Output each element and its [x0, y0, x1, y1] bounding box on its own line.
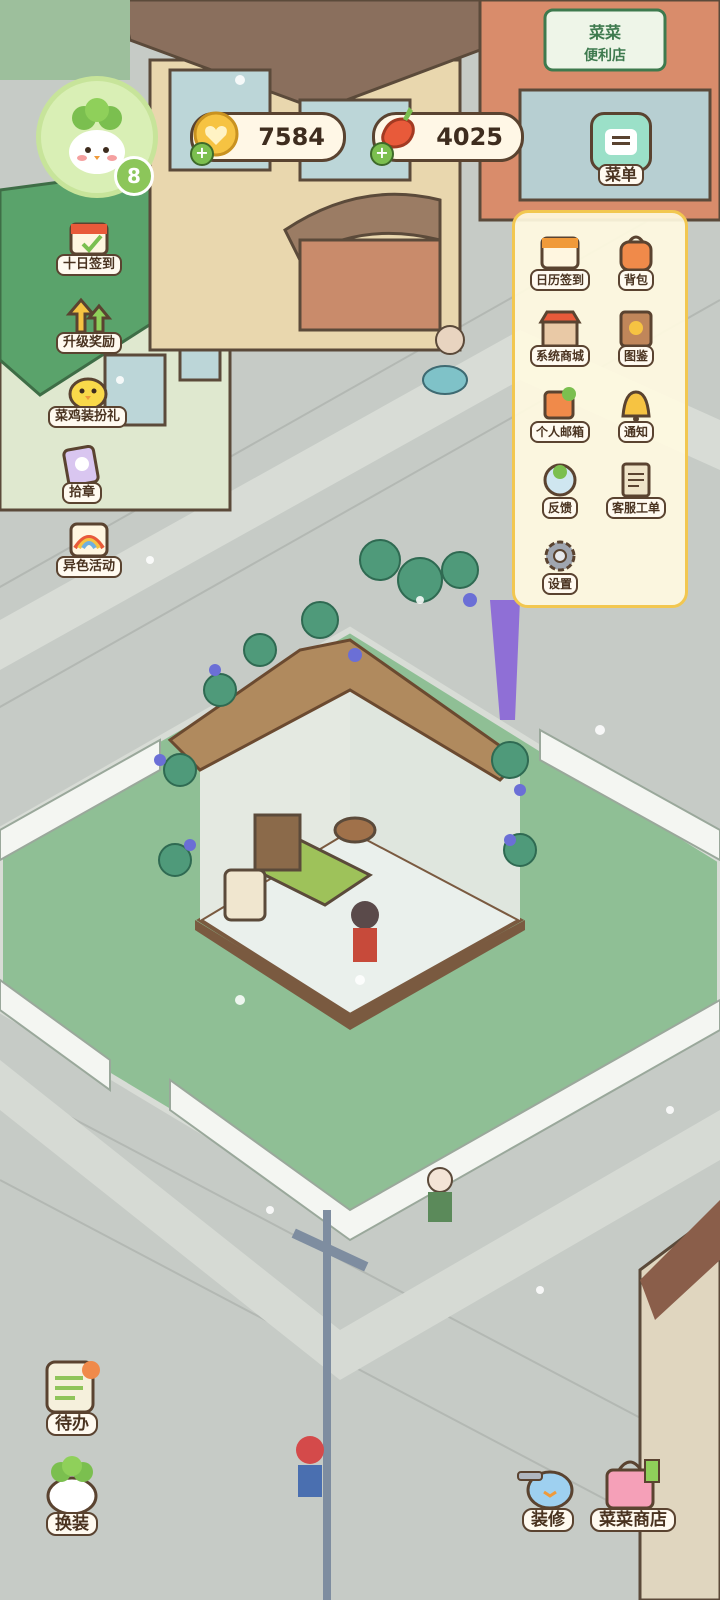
store-bag-icon [593, 1450, 673, 1516]
menu-item-label: 通知 [617, 421, 654, 443]
add-coins-button[interactable]: + [190, 142, 214, 166]
outfit-change-icon [36, 1454, 108, 1520]
menu-item-customer-service-ticket[interactable]: 客服工单 [603, 455, 669, 519]
menu-icon [590, 112, 652, 172]
menu-item-label: 系统商城 [529, 345, 590, 367]
todo-button[interactable]: 待办 [36, 1354, 108, 1436]
coin-value: 7584 [258, 123, 325, 151]
sidebar-label: 异色活动 [56, 556, 123, 578]
menu-item-album[interactable]: 图鉴 [603, 303, 669, 367]
menu-item-personal-mailbox[interactable]: 个人邮箱 [527, 379, 593, 443]
decorate-label: 装修 [522, 1508, 574, 1532]
carrot-value: 4025 [436, 123, 503, 151]
store-label: 菜菜商店 [590, 1508, 676, 1532]
sidebar-item-color-event[interactable]: 异色活动 [56, 514, 123, 578]
menu-item-label: 反馈 [541, 497, 578, 519]
menu-item-calendar-checkin[interactable]: 日历签到 [527, 227, 593, 291]
decorate-button[interactable]: 装修 [508, 1450, 588, 1532]
svg-text:菜菜: 菜菜 [588, 23, 621, 42]
convenience-store: 菜菜 便利店 [478, 0, 720, 222]
sidebar-label: 菜鸡装扮礼 [48, 406, 128, 428]
menu-item-notification[interactable]: 通知 [603, 379, 669, 443]
menu-item-label: 图鉴 [617, 345, 654, 367]
sidebar-label: 拾章 [61, 482, 102, 504]
change-outfit-label: 换装 [46, 1512, 98, 1536]
menu-item-settings[interactable]: 设置 [527, 531, 593, 595]
sidebar-item-badge[interactable]: 拾章 [56, 440, 108, 504]
menu-panel: 日历签到 背包 系统商城 图鉴 个人邮箱 通知 反馈 客服工单 设置 [512, 210, 688, 608]
change-outfit-button[interactable]: 换装 [36, 1454, 108, 1536]
menu-item-label: 个人邮箱 [529, 421, 590, 443]
add-carrots-button[interactable]: + [370, 142, 394, 166]
menu-item-label: 日历签到 [529, 269, 590, 291]
menu-item-label: 设置 [541, 573, 578, 595]
brown-house [118, 0, 482, 352]
player-level-badge: 8 [114, 156, 154, 196]
menu-item-label: 客服工单 [605, 497, 666, 519]
sidebar-item-chick-outfit-gift[interactable]: 菜鸡装扮礼 [48, 364, 128, 428]
menu-button[interactable]: 菜单 [590, 112, 652, 186]
menu-button-label: 菜单 [597, 164, 644, 186]
sidebar-item-level-rewards[interactable]: 升级奖励 [56, 290, 123, 354]
menu-item-system-shop[interactable]: 系统商城 [527, 303, 593, 367]
carrot-counter[interactable]: 4025 [372, 107, 524, 162]
todo-list-icon [36, 1354, 108, 1420]
decorate-icon [508, 1450, 588, 1516]
sidebar-label: 十日签到 [56, 254, 123, 276]
menu-item-backpack[interactable]: 背包 [603, 227, 669, 291]
todo-label: 待办 [46, 1412, 98, 1436]
store-button[interactable]: 菜菜商店 [590, 1450, 676, 1532]
svg-text:便利店: 便利店 [584, 47, 626, 64]
menu-item-feedback[interactable]: 反馈 [527, 455, 593, 519]
menu-item-label: 背包 [617, 269, 654, 291]
sidebar-label: 升级奖励 [56, 332, 123, 354]
sidebar-item-ten-day-checkin[interactable]: 十日签到 [56, 212, 123, 276]
